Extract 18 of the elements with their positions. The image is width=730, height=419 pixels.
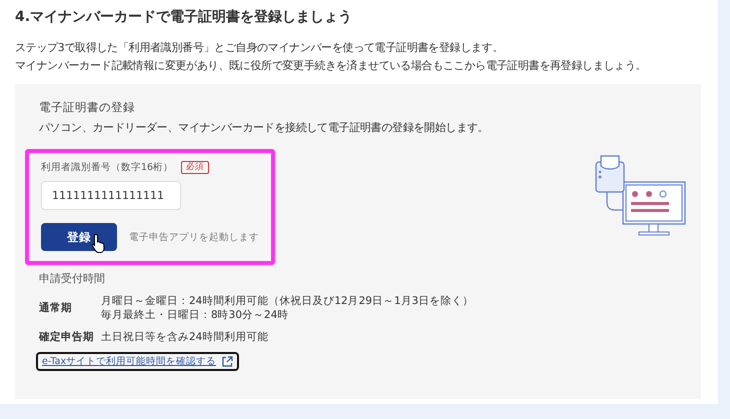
hours-text: 土日祝日等を含み24時間利用可能 [101,330,268,344]
section-title: 4.マイナンバーカードで電子証明書を登録しましょう [15,8,354,27]
period-term: 通常期 [39,301,73,315]
panel-description: パソコン、カードリーダー、マイナンバーカードを接続して電子証明書の登録を開始します。 [39,121,490,135]
hours-text: 毎月最終土・日曜日：8時30分～24時 [101,308,290,322]
intro-text: ステップ3で取得した「利用者識別番号」とご自身のマイナンバーを使って電子証明書を登録します。 [15,40,504,56]
button-note: 電子申告アプリを起動します [129,230,259,244]
hours-text: 月曜日～金曜日：24時間利用可能（休祝日及び12月29日～1月3日を除く） [101,294,474,308]
period-term: 確定申告期 [39,330,95,344]
hours-link[interactable]: e-Taxサイトで利用可能時間を確認する [36,352,240,371]
panel-heading: 電子証明書の登録 [39,100,136,115]
intro-text: マイナンバーカード記載情報に変更があり、既に役所で変更手続きを済ませている場合もここから電子証明書を再登録しましょう。 [15,58,648,74]
hand-cursor-icon [91,233,107,253]
external-link-icon [222,356,234,367]
hours-heading: 申請受付時間 [39,271,106,286]
user-id-input[interactable]: 1111111111111111 [41,181,181,210]
field-label: 利用者識別番号（数字16桁） [41,161,174,174]
required-badge: 必須 [181,161,210,174]
